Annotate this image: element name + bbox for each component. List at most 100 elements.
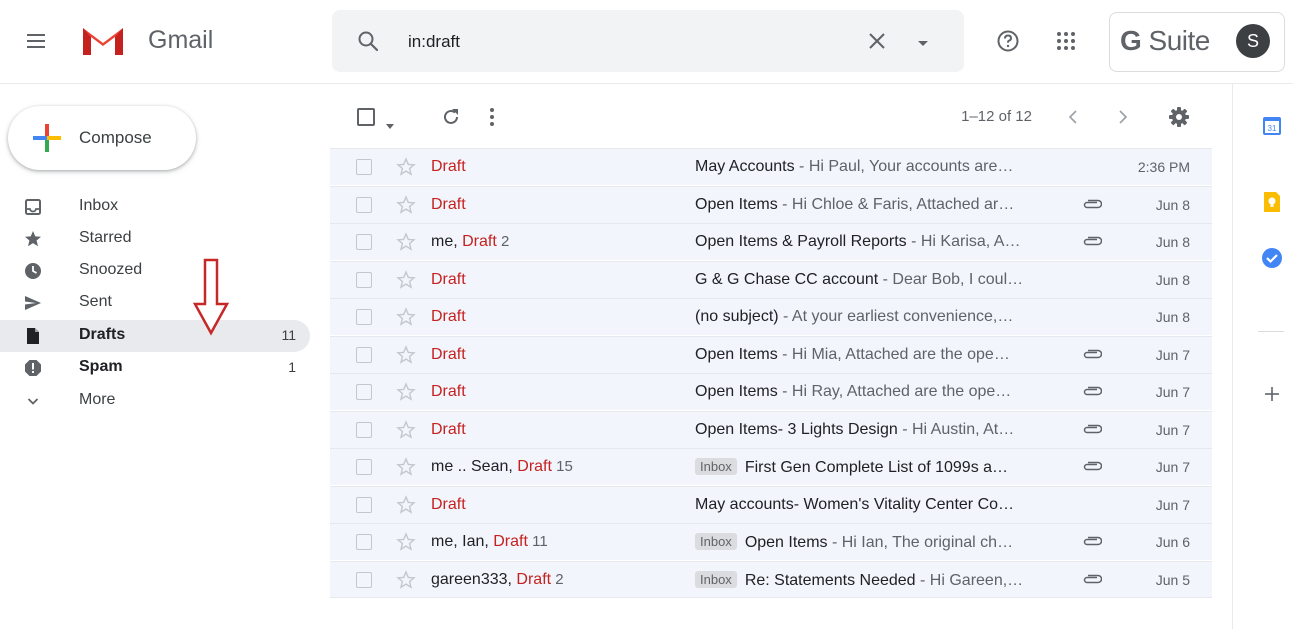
email-subject-line: G & G Chase CC account - Dear Bob, I cou… (695, 271, 1067, 289)
inbox-label-badge[interactable]: Inbox (695, 570, 737, 588)
star-outline-icon[interactable] (396, 382, 416, 402)
search-icon[interactable] (356, 29, 380, 53)
email-row[interactable]: Draft Open Items - Hi Mia, Attached are t… (330, 335, 1212, 373)
row-checkbox[interactable] (356, 159, 372, 175)
email-row[interactable]: Draft May accounts- Women's Vitality Cent… (330, 485, 1212, 523)
brand-name: Gmail (148, 26, 214, 54)
sidebar-item-label: Spam (79, 358, 123, 375)
star-outline-icon[interactable] (396, 569, 416, 590)
more-actions-button[interactable] (488, 106, 496, 128)
gsuite-logo: G Suite (1120, 25, 1210, 57)
email-row[interactable]: Draft May Accounts - Hi Paul, Your accoun… (330, 148, 1212, 185)
inbox-label-badge[interactable]: Inbox (695, 458, 737, 475)
star-outline-icon[interactable] (396, 457, 416, 477)
sidebar-item-inbox[interactable]: Inbox (0, 191, 310, 223)
email-sender: Draft (431, 421, 466, 439)
sidebar-item-sent[interactable]: Sent (0, 287, 310, 319)
star-outline-icon[interactable] (396, 232, 416, 252)
gmail-logo-icon[interactable] (80, 22, 126, 58)
plus-icon (1265, 387, 1279, 401)
tasks-icon[interactable] (1261, 247, 1283, 269)
row-checkbox[interactable] (356, 271, 372, 288)
star-outline-icon[interactable] (396, 157, 416, 177)
row-checkbox[interactable] (356, 571, 372, 588)
svg-text:31: 31 (1268, 124, 1277, 133)
email-row[interactable]: me, Ian, Draft 11 Inbox Open Items - Hi Ia… (330, 523, 1212, 560)
search-options-button[interactable] (916, 36, 930, 46)
email-snippet: - Hi Gareen,… (915, 571, 1024, 589)
more-vertical-icon (490, 108, 494, 126)
refresh-icon (444, 109, 458, 124)
email-sender: Draft (431, 158, 466, 176)
row-checkbox[interactable] (356, 196, 372, 213)
email-date: Jun 8 (1155, 196, 1190, 213)
get-addons-button[interactable] (1261, 383, 1283, 405)
draft-label: Draft (431, 270, 466, 288)
sidebar-item-more[interactable]: More (0, 385, 310, 417)
side-panel-divider (1258, 331, 1284, 332)
row-checkbox[interactable] (356, 234, 372, 250)
draft-label: Draft (516, 570, 552, 588)
row-checkbox[interactable] (356, 384, 372, 400)
email-row[interactable]: Draft (no subject) - At your earliest con… (330, 298, 1212, 335)
keep-icon[interactable] (1262, 191, 1282, 213)
gsuite-logo-g: G (1120, 25, 1142, 56)
refresh-button[interactable] (440, 106, 462, 128)
sidebar-item-drafts[interactable]: Drafts 11 (0, 320, 310, 352)
email-sender: me, Ian, Draft 11 (431, 533, 548, 551)
select-options-button[interactable] (386, 116, 394, 129)
annotation-arrow-icon (192, 258, 230, 336)
chevron-right-icon (1119, 110, 1128, 124)
email-subject-line: Open Items - Hi Mia, Attached are the op… (695, 346, 1067, 364)
star-outline-icon[interactable] (396, 307, 416, 327)
row-checkbox[interactable] (356, 346, 372, 363)
email-row[interactable]: me, Draft 2 Open Items & Payroll Reports … (330, 223, 1212, 260)
sidebar-item-spam[interactable]: Spam 1 (0, 352, 310, 384)
account-avatar[interactable]: S (1236, 24, 1270, 58)
gsuite-logo-suite: Suite (1141, 25, 1211, 56)
row-checkbox[interactable] (356, 309, 372, 325)
email-subject: Open Items & Payroll Reports (695, 233, 907, 250)
attachment-icon (1083, 536, 1102, 546)
email-sender: Draft (431, 346, 466, 364)
star-outline-icon[interactable] (396, 194, 416, 215)
email-row[interactable]: Draft Open Items- 3 Lights Design - Hi Au… (330, 410, 1212, 448)
sidebar-item-count: 1 (288, 359, 296, 375)
sender-name: me .. Sean, (431, 458, 518, 475)
email-row[interactable]: me .. Sean, Draft 15 Inbox First Gen Compl… (330, 448, 1212, 485)
email-snippet: - Hi Austin, At… (897, 420, 1015, 438)
inbox-label-badge[interactable]: Inbox (695, 533, 737, 550)
row-checkbox[interactable] (356, 459, 372, 475)
star-outline-icon[interactable] (396, 419, 416, 440)
star-outline-icon[interactable] (396, 269, 416, 290)
settings-button[interactable] (1168, 106, 1190, 128)
help-button[interactable] (996, 29, 1020, 53)
search-input[interactable] (408, 30, 848, 54)
email-subject-line: Inbox First Gen Complete List of 1099s a… (695, 458, 1067, 477)
next-page-button[interactable] (1116, 108, 1130, 126)
star-outline-icon[interactable] (396, 494, 416, 515)
row-checkbox[interactable] (356, 534, 372, 550)
main-menu-button[interactable] (24, 29, 48, 53)
email-sender: Draft (431, 196, 466, 214)
email-row[interactable]: gareen333, Draft 2 Inbox Re: Statements Ne… (330, 560, 1212, 598)
sidebar-item-snoozed[interactable]: Snoozed (0, 255, 310, 287)
draft-icon (27, 328, 39, 344)
attachment-icon (1083, 424, 1102, 433)
select-all-checkbox[interactable] (357, 108, 375, 126)
email-subject: May Accounts (695, 158, 795, 175)
email-row[interactable]: Draft Open Items - Hi Ray, Attached are t… (330, 373, 1212, 410)
clear-search-button[interactable] (864, 28, 890, 54)
pagination-status: 1–12 of 12 (961, 108, 1032, 125)
row-checkbox[interactable] (356, 421, 372, 438)
google-apps-button[interactable] (1055, 30, 1077, 52)
calendar-icon[interactable]: 31 (1261, 115, 1283, 137)
star-outline-icon[interactable] (396, 344, 416, 365)
email-row[interactable]: Draft Open Items - Hi Chloe & Faris, Atta… (330, 185, 1212, 223)
previous-page-button[interactable] (1066, 108, 1080, 126)
sidebar-item-starred[interactable]: Starred (0, 223, 310, 255)
email-row[interactable]: Draft G & G Chase CC account - Dear Bob, … (330, 260, 1212, 298)
row-checkbox[interactable] (356, 496, 372, 513)
star-outline-icon[interactable] (396, 532, 416, 552)
email-date: Jun 7 (1155, 384, 1190, 400)
